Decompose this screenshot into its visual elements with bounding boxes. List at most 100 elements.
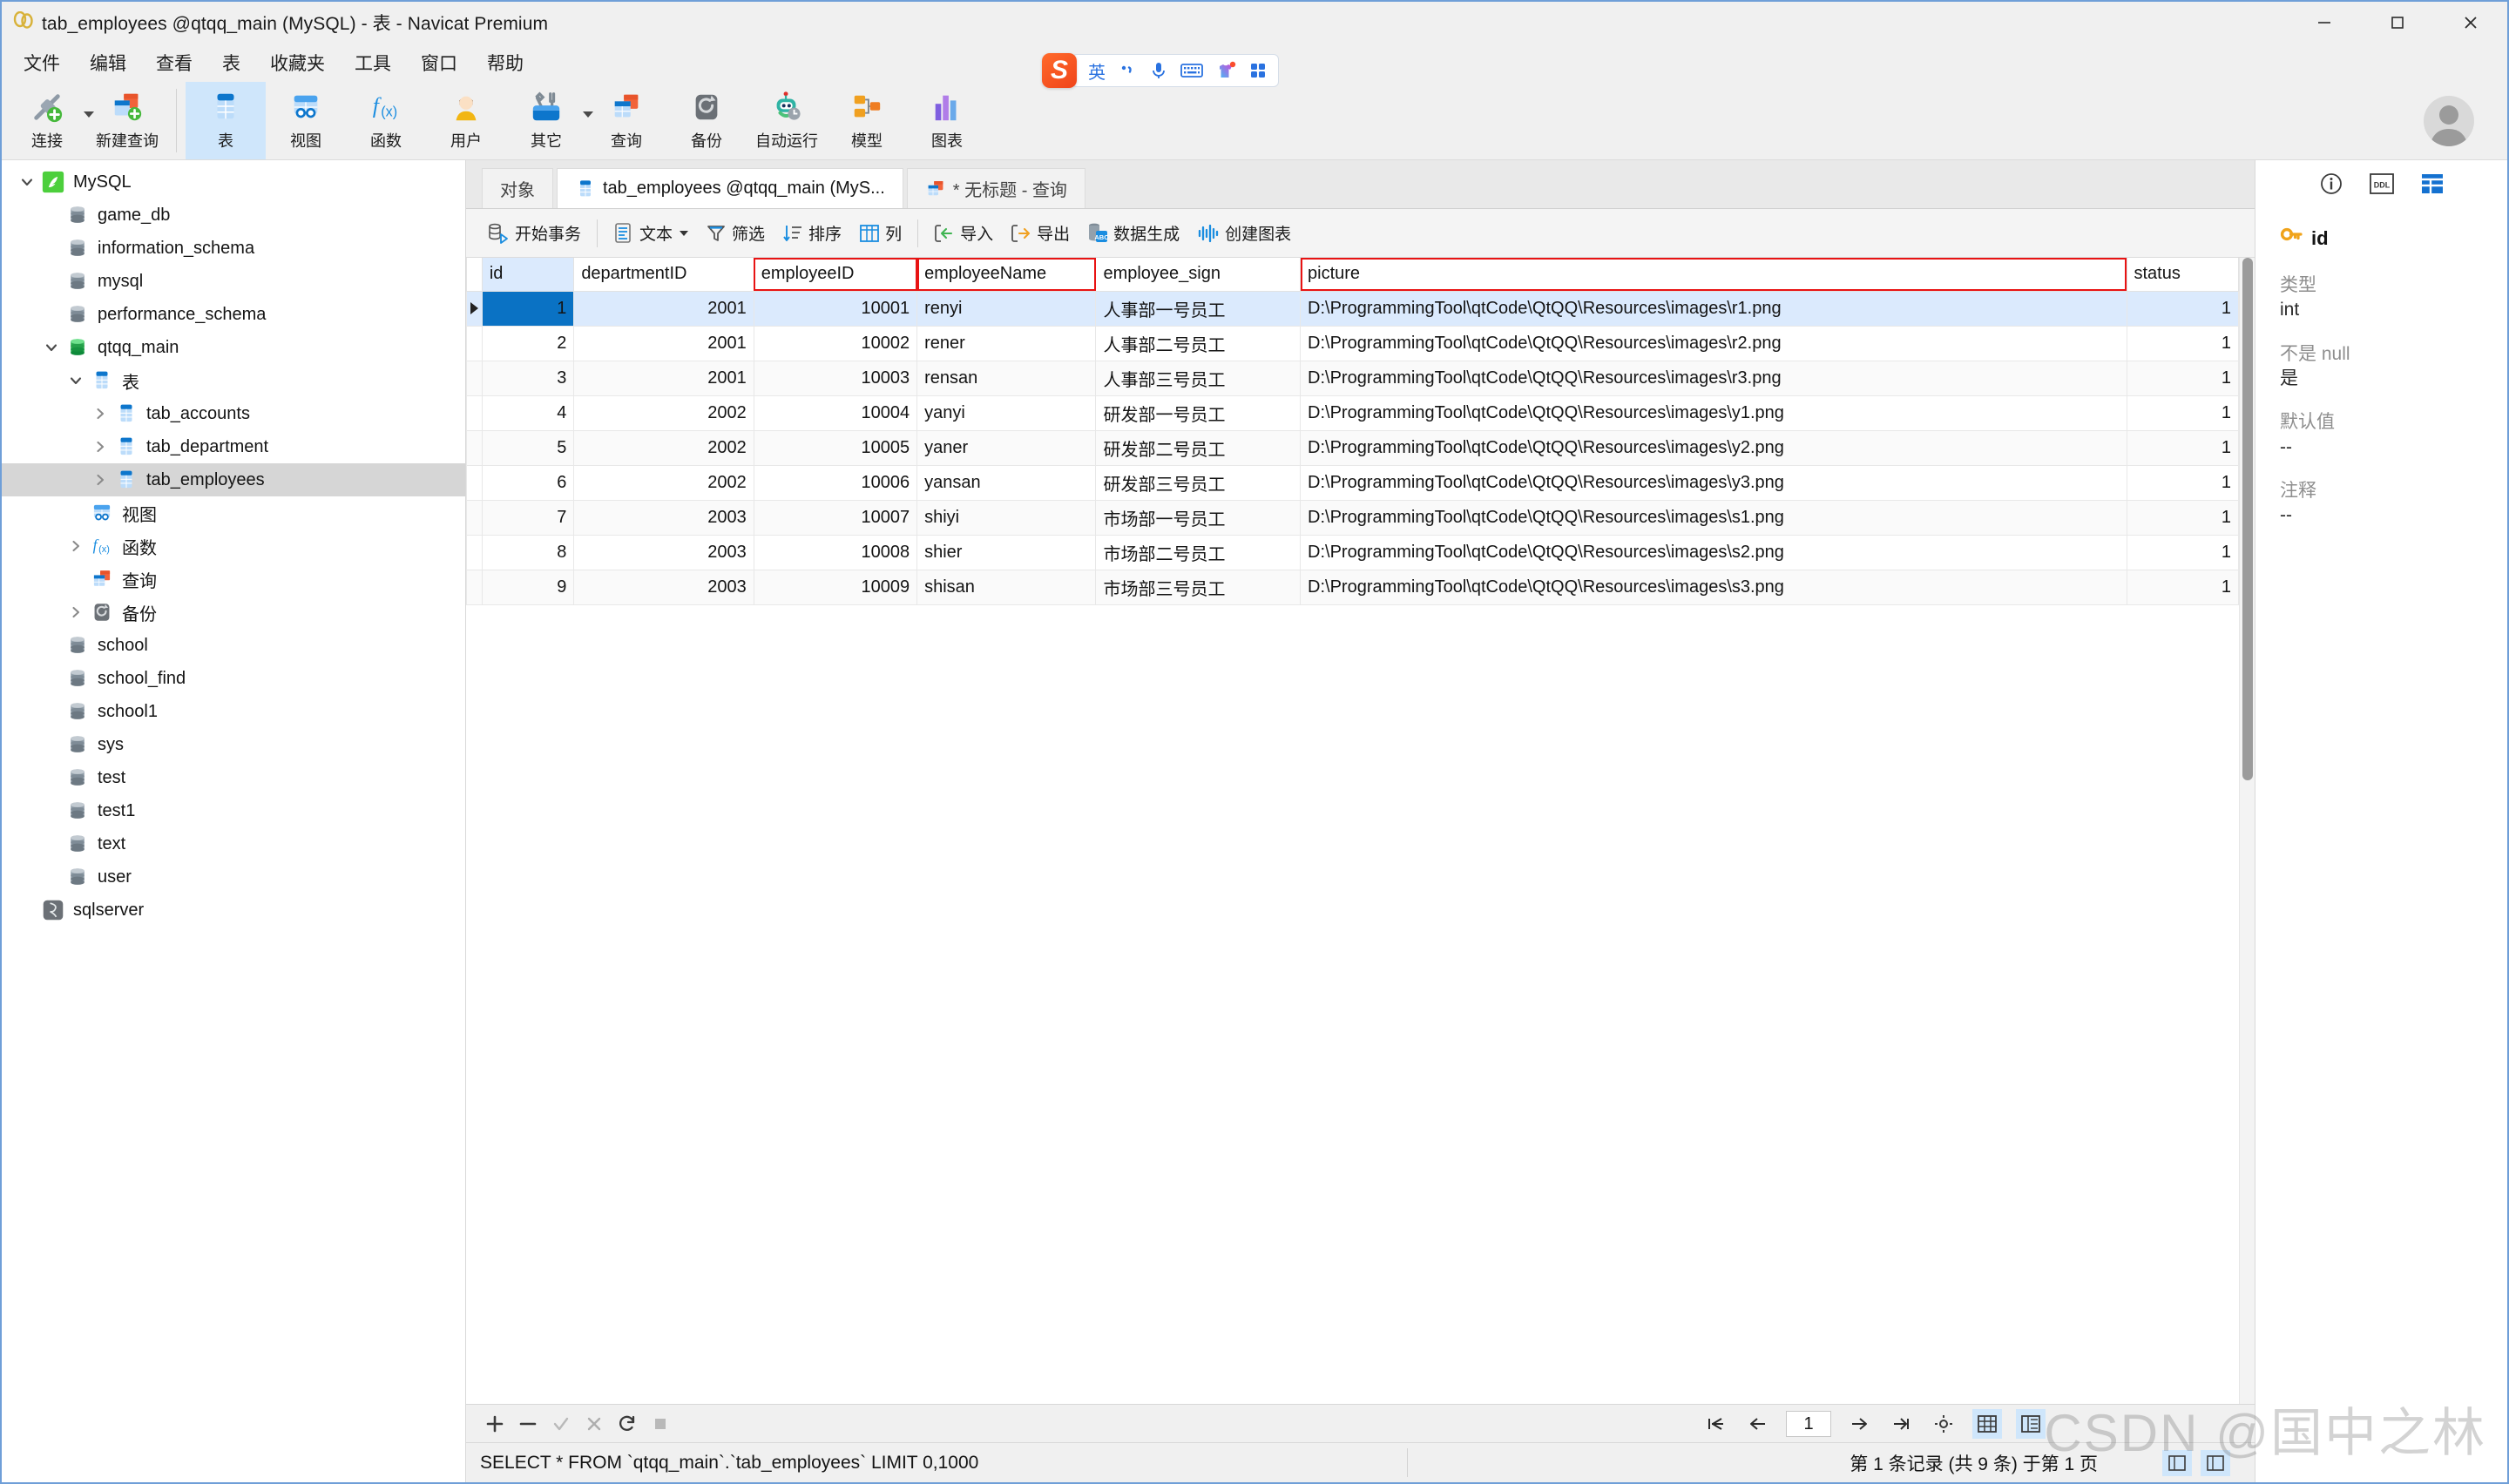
cell-id[interactable]: 5 bbox=[481, 430, 575, 466]
cell-employee_sign[interactable]: 市场部三号员工 bbox=[1095, 570, 1302, 605]
menu-tools[interactable]: 工具 bbox=[340, 46, 406, 79]
ribbon-model[interactable]: 模型 bbox=[827, 82, 907, 159]
tree-item-tab_accounts[interactable]: tab_accounts bbox=[2, 397, 465, 430]
menu-help[interactable]: 帮助 bbox=[472, 46, 538, 79]
table-row[interactable]: 6 2002 10006 yansan 研发部三号员工 D:\ProgrammingToo… bbox=[466, 465, 2239, 501]
cell-employeeName[interactable]: rensan bbox=[916, 361, 1097, 396]
last-page-button[interactable] bbox=[1887, 1410, 1915, 1438]
cell-picture[interactable]: D:\ProgrammingTool\qtCode\QtQQ\Resources… bbox=[1300, 535, 2127, 570]
maximize-button[interactable] bbox=[2361, 2, 2434, 44]
cell-status[interactable]: 1 bbox=[2126, 535, 2239, 570]
ribbon-view[interactable]: 视图 bbox=[266, 82, 346, 159]
page-number-input[interactable]: 1 bbox=[1786, 1411, 1831, 1437]
cell-employee_sign[interactable]: 市场部二号员工 bbox=[1095, 535, 1302, 570]
tree-item-qtqq_main[interactable]: qtqq_main bbox=[2, 331, 465, 364]
menu-file[interactable]: 文件 bbox=[9, 46, 75, 79]
cell-employeeID[interactable]: 10009 bbox=[753, 570, 918, 605]
minimize-button[interactable] bbox=[2288, 2, 2361, 44]
column-header-picture[interactable]: picture bbox=[1300, 258, 2127, 292]
gear-icon[interactable] bbox=[1929, 1409, 1958, 1439]
table-row[interactable]: 3 2001 10003 rensan 人事部三号员工 D:\ProgrammingToo… bbox=[466, 361, 2239, 396]
tree-item-tab_employees[interactable]: tab_employees bbox=[2, 463, 465, 496]
cell-id[interactable]: 2 bbox=[481, 326, 575, 361]
apps-icon[interactable] bbox=[1248, 61, 1268, 80]
chevron-right-icon[interactable] bbox=[87, 472, 113, 488]
punctuation-icon[interactable] bbox=[1118, 61, 1137, 80]
column-header-employee_sign[interactable]: employee_sign bbox=[1095, 258, 1302, 292]
scrollbar-thumb[interactable] bbox=[2242, 258, 2253, 780]
cell-employeeID[interactable]: 10002 bbox=[753, 326, 918, 361]
cell-employeeID[interactable]: 10005 bbox=[753, 430, 918, 466]
cell-departmentID[interactable]: 2003 bbox=[573, 570, 754, 605]
cell-status[interactable]: 1 bbox=[2126, 326, 2239, 361]
tree-item-test[interactable]: test bbox=[2, 761, 465, 794]
tab-objects[interactable]: 对象 bbox=[482, 168, 553, 208]
cell-picture[interactable]: D:\ProgrammingTool\qtCode\QtQQ\Resources… bbox=[1300, 430, 2127, 466]
table-row[interactable]: 9 2003 10009 shisan 市场部三号员工 D:\ProgrammingToo… bbox=[466, 570, 2239, 605]
cell-status[interactable]: 1 bbox=[2126, 465, 2239, 501]
tree-item-mysql[interactable]: mysql bbox=[2, 265, 465, 298]
table-row[interactable]: 8 2003 10008 shier 市场部二号员工 D:\ProgrammingTool… bbox=[466, 535, 2239, 570]
status-grid-view-icon[interactable] bbox=[2162, 1450, 2192, 1476]
column-header-employeeID[interactable]: employeeID bbox=[753, 258, 918, 292]
table-row[interactable]: 5 2002 10005 yaner 研发部二号员工 D:\ProgrammingTool… bbox=[466, 430, 2239, 466]
tree-item-mysql[interactable]: MySQL bbox=[2, 165, 465, 199]
cell-employeeName[interactable]: shisan bbox=[916, 570, 1097, 605]
ribbon-function[interactable]: f (x) 函数 bbox=[346, 82, 426, 159]
cell-departmentID[interactable]: 2003 bbox=[573, 500, 754, 536]
cell-employeeID[interactable]: 10007 bbox=[753, 500, 918, 536]
tree-item-school[interactable]: school bbox=[2, 629, 465, 662]
cell-departmentID[interactable]: 2001 bbox=[573, 291, 754, 327]
ribbon-user[interactable]: 用户 bbox=[426, 82, 506, 159]
cell-id[interactable]: 7 bbox=[481, 500, 575, 536]
cell-employeeName[interactable]: yansan bbox=[916, 465, 1097, 501]
cell-departmentID[interactable]: 2001 bbox=[573, 361, 754, 396]
chevron-right-icon[interactable] bbox=[87, 406, 113, 422]
cell-id[interactable]: 1 bbox=[481, 291, 575, 327]
import-button[interactable]: 导入 bbox=[925, 218, 1002, 248]
cell-employee_sign[interactable]: 人事部二号员工 bbox=[1095, 326, 1302, 361]
cell-employeeName[interactable]: yanyi bbox=[916, 395, 1097, 431]
cell-employee_sign[interactable]: 研发部三号员工 bbox=[1095, 465, 1302, 501]
microphone-icon[interactable] bbox=[1149, 60, 1168, 81]
cell-departmentID[interactable]: 2003 bbox=[573, 535, 754, 570]
chevron-down-icon[interactable] bbox=[63, 373, 89, 388]
next-page-button[interactable] bbox=[1845, 1410, 1873, 1438]
tree-item-information_schema[interactable]: information_schema bbox=[2, 232, 465, 265]
columns-button[interactable]: 列 bbox=[850, 218, 910, 248]
ddl-icon[interactable]: DDL bbox=[2364, 169, 2399, 199]
tab-untitled-query[interactable]: * 无标题 - 查询 bbox=[906, 168, 1085, 208]
form-view-icon[interactable] bbox=[2016, 1409, 2046, 1439]
tree-item-game_db[interactable]: game_db bbox=[2, 199, 465, 232]
cell-employee_sign[interactable]: 研发部一号员工 bbox=[1095, 395, 1302, 431]
table-row[interactable]: 2 2001 10002 rener 人事部二号员工 D:\ProgrammingTool… bbox=[466, 326, 2239, 361]
cell-status[interactable]: 1 bbox=[2126, 361, 2239, 396]
menu-favorites[interactable]: 收藏夹 bbox=[255, 46, 340, 79]
cell-status[interactable]: 1 bbox=[2126, 570, 2239, 605]
refresh-button[interactable] bbox=[612, 1409, 642, 1439]
chevron-right-icon[interactable] bbox=[63, 604, 89, 620]
cell-picture[interactable]: D:\ProgrammingTool\qtCode\QtQQ\Resources… bbox=[1300, 395, 2127, 431]
cell-id[interactable]: 8 bbox=[481, 535, 575, 570]
tree-item-[interactable]: f (x) 函数 bbox=[2, 530, 465, 563]
menu-edit[interactable]: 编辑 bbox=[75, 46, 141, 79]
tree-item-text[interactable]: text bbox=[2, 827, 465, 860]
tab-table-data[interactable]: tab_employees @qtqq_main (MyS... bbox=[557, 168, 903, 208]
close-button[interactable] bbox=[2434, 2, 2507, 44]
cell-employeeID[interactable]: 10008 bbox=[753, 535, 918, 570]
cell-employeeName[interactable]: shier bbox=[916, 535, 1097, 570]
tree-item-school_find[interactable]: school_find bbox=[2, 662, 465, 695]
ribbon-automation[interactable]: 自动运行 bbox=[747, 82, 827, 159]
cell-employeeID[interactable]: 10003 bbox=[753, 361, 918, 396]
ime-mode-label[interactable]: 英 bbox=[1088, 58, 1106, 84]
tree-item-[interactable]: 查询 bbox=[2, 563, 465, 596]
cell-picture[interactable]: D:\ProgrammingTool\qtCode\QtQQ\Resources… bbox=[1300, 326, 2127, 361]
filter-button[interactable]: 筛选 bbox=[697, 218, 774, 248]
status-form-view-icon[interactable] bbox=[2201, 1450, 2230, 1476]
menu-table[interactable]: 表 bbox=[207, 46, 255, 79]
tree-item-user[interactable]: user bbox=[2, 860, 465, 894]
cell-picture[interactable]: D:\ProgrammingTool\qtCode\QtQQ\Resources… bbox=[1300, 465, 2127, 501]
ribbon-new-query[interactable]: 新建查询 bbox=[87, 82, 167, 159]
chevron-down-icon[interactable] bbox=[680, 230, 689, 236]
cell-employeeID[interactable]: 10001 bbox=[753, 291, 918, 327]
